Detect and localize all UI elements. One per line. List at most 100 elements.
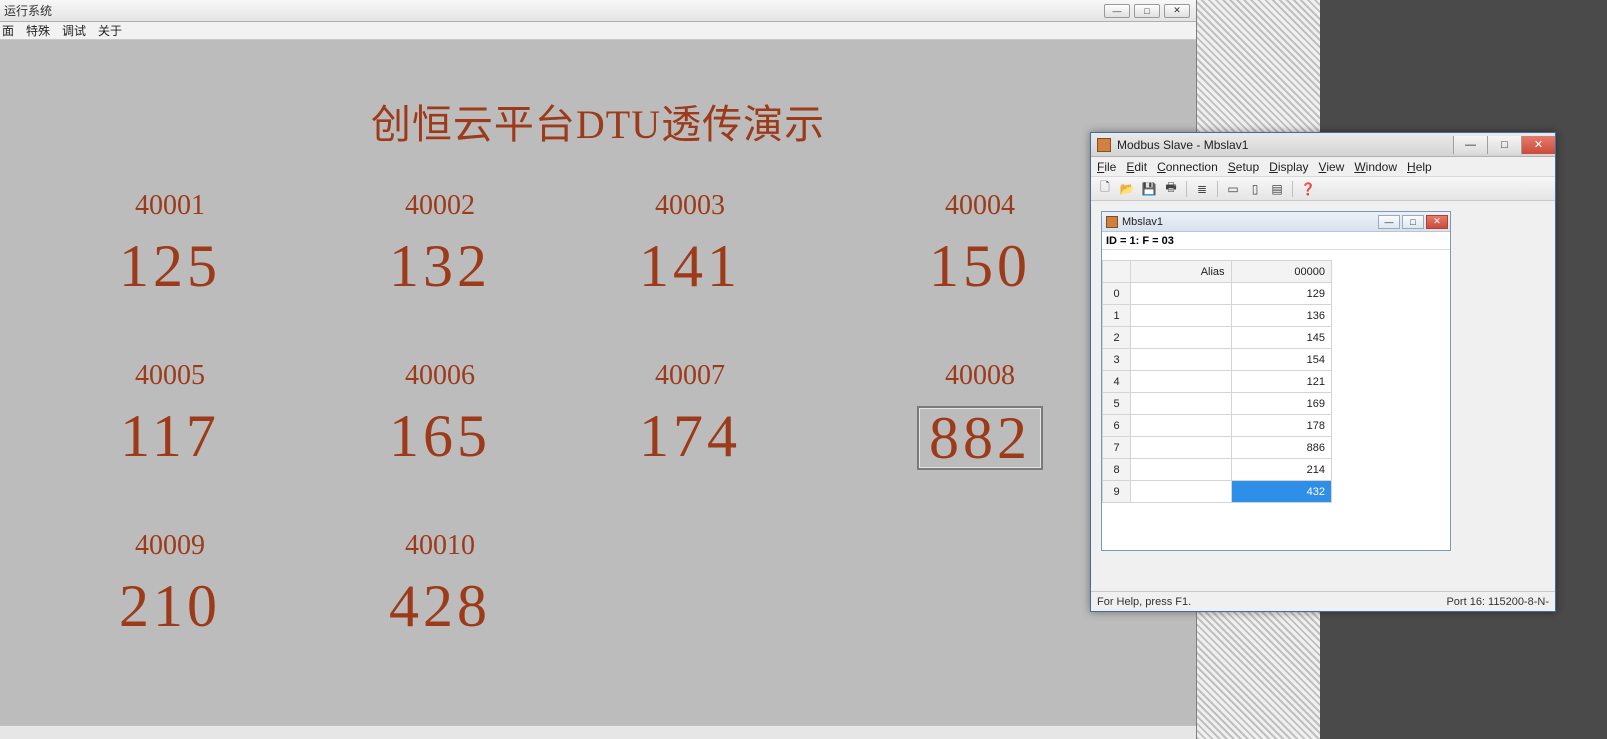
new-file-icon[interactable]: 🗋 [1095, 180, 1115, 198]
grid-cell-value[interactable]: 886 [1231, 437, 1331, 459]
grid-cell-value[interactable]: 432 [1231, 481, 1331, 503]
register-value: 150 [880, 236, 1080, 296]
modbus-mdi-area: Mbslav1 — □ ✕ ID = 1: F = 03 Alias000000… [1095, 205, 1551, 589]
menu-window[interactable]: Window [1354, 160, 1397, 174]
grid-cell-value[interactable]: 154 [1231, 349, 1331, 371]
menu-setup[interactable]: Setup [1228, 160, 1259, 174]
grid-row-header[interactable]: 2 [1103, 327, 1131, 349]
table-row[interactable]: 7 886 [1103, 437, 1332, 459]
hmi-menu-item[interactable]: 关于 [98, 22, 122, 39]
table-row[interactable]: 1 136 [1103, 305, 1332, 327]
grid-cell-value[interactable]: 129 [1231, 283, 1331, 305]
register-40006: 40006 165 [340, 360, 540, 466]
grid-cell-alias[interactable] [1131, 481, 1231, 503]
cascade-icon[interactable]: ▯ [1245, 180, 1265, 198]
grid-cell-alias[interactable] [1131, 415, 1231, 437]
grid-cell-alias[interactable] [1131, 459, 1231, 481]
menu-edit[interactable]: Edit [1126, 160, 1147, 174]
maximize-button[interactable]: □ [1402, 215, 1424, 229]
table-row[interactable]: 3 154 [1103, 349, 1332, 371]
grid-cell-value[interactable]: 214 [1231, 459, 1331, 481]
modbus-window-title: Modbus Slave - Mbslav1 [1117, 138, 1248, 152]
register-40010: 40010 428 [340, 530, 540, 636]
props-icon[interactable]: ▭ [1223, 180, 1243, 198]
modbus-table[interactable]: Alias00000012911362145315441215169617878… [1102, 260, 1332, 503]
table-row[interactable]: 2 145 [1103, 327, 1332, 349]
modbus-grid[interactable]: Alias00000012911362145315441215169617878… [1102, 260, 1450, 550]
hmi-canvas: 创恒云平台DTU透传演示 40001 125 40002 132 40003 1… [0, 40, 1196, 739]
modbus-child-titlebar[interactable]: Mbslav1 — □ ✕ [1102, 212, 1450, 232]
register-label: 40005 [70, 360, 270, 392]
grid-cell-value[interactable]: 169 [1231, 393, 1331, 415]
hmi-window-title: 运行系统 [4, 2, 52, 19]
grid-row-header[interactable]: 3 [1103, 349, 1131, 371]
grid-row-header[interactable]: 8 [1103, 459, 1131, 481]
connect-icon[interactable]: ≣ [1192, 180, 1212, 198]
grid-header-value[interactable]: 00000 [1231, 261, 1331, 283]
save-icon[interactable]: 💾 [1139, 180, 1159, 198]
register-label: 40001 [70, 190, 270, 222]
register-value: 165 [340, 406, 540, 466]
register-value: 210 [70, 576, 270, 636]
open-file-icon[interactable]: 📂 [1117, 180, 1137, 198]
grid-row-header[interactable]: 6 [1103, 415, 1131, 437]
grid-cell-alias[interactable] [1131, 327, 1231, 349]
grid-cell-value[interactable]: 145 [1231, 327, 1331, 349]
table-row[interactable]: 8 214 [1103, 459, 1332, 481]
modbus-menubar: File Edit Connection Setup Display View … [1091, 157, 1555, 177]
close-button[interactable]: ✕ [1521, 136, 1555, 154]
grid-cell-value[interactable]: 121 [1231, 371, 1331, 393]
grid-cell-value[interactable]: 136 [1231, 305, 1331, 327]
register-40005: 40005 117 [70, 360, 270, 466]
grid-row-header[interactable]: 0 [1103, 283, 1131, 305]
help-icon[interactable]: ❓ [1298, 180, 1318, 198]
print-icon[interactable]: 🖶 [1161, 180, 1181, 198]
toolbar-separator [1186, 181, 1187, 197]
hmi-canvas-title: 创恒云平台DTU透传演示 [0, 92, 1196, 150]
minimize-button[interactable]: — [1378, 215, 1400, 229]
hmi-menu-item[interactable]: 面 [2, 22, 14, 39]
menu-help[interactable]: Help [1407, 160, 1432, 174]
register-40009: 40009 210 [70, 530, 270, 636]
register-40008[interactable]: 40008 882 [880, 360, 1080, 470]
maximize-button[interactable]: □ [1134, 4, 1160, 18]
grid-cell-alias[interactable] [1131, 437, 1231, 459]
grid-row-header[interactable]: 1 [1103, 305, 1131, 327]
maximize-button[interactable]: □ [1487, 136, 1521, 154]
hmi-statusbar [0, 725, 1196, 739]
minimize-button[interactable]: — [1453, 136, 1487, 154]
tile-icon[interactable]: ▤ [1267, 180, 1287, 198]
grid-cell-alias[interactable] [1131, 371, 1231, 393]
close-button[interactable]: ✕ [1164, 4, 1190, 18]
grid-header-alias[interactable]: Alias [1131, 261, 1231, 283]
register-40001: 40001 125 [70, 190, 270, 296]
grid-row-header[interactable]: 4 [1103, 371, 1131, 393]
modbus-titlebar[interactable]: Modbus Slave - Mbslav1 — □ ✕ [1091, 133, 1555, 157]
hmi-titlebar[interactable]: 运行系统 — □ ✕ [0, 0, 1196, 22]
minimize-button[interactable]: — [1104, 4, 1130, 18]
grid-cell-alias[interactable] [1131, 305, 1231, 327]
register-value[interactable]: 882 [917, 406, 1043, 470]
grid-row-header[interactable]: 5 [1103, 393, 1131, 415]
hmi-menu-item[interactable]: 调试 [62, 22, 86, 39]
grid-cell-value[interactable]: 178 [1231, 415, 1331, 437]
menu-view[interactable]: View [1319, 160, 1345, 174]
grid-cell-alias[interactable] [1131, 349, 1231, 371]
register-label: 40003 [590, 190, 790, 222]
grid-row-header[interactable]: 7 [1103, 437, 1131, 459]
grid-cell-alias[interactable] [1131, 393, 1231, 415]
table-row[interactable]: 0 129 [1103, 283, 1332, 305]
table-row[interactable]: 6 178 [1103, 415, 1332, 437]
menu-connection[interactable]: Connection [1157, 160, 1218, 174]
close-button[interactable]: ✕ [1426, 215, 1448, 229]
grid-row-header[interactable]: 9 [1103, 481, 1131, 503]
table-row[interactable]: 5 169 [1103, 393, 1332, 415]
table-row[interactable]: 9 432 [1103, 481, 1332, 503]
table-row[interactable]: 4 121 [1103, 371, 1332, 393]
menu-display[interactable]: Display [1269, 160, 1308, 174]
register-label: 40006 [340, 360, 540, 392]
hmi-menu-item[interactable]: 特殊 [26, 22, 50, 39]
menu-file[interactable]: File [1097, 160, 1116, 174]
grid-header-rowhdr[interactable] [1103, 261, 1131, 283]
grid-cell-alias[interactable] [1131, 283, 1231, 305]
